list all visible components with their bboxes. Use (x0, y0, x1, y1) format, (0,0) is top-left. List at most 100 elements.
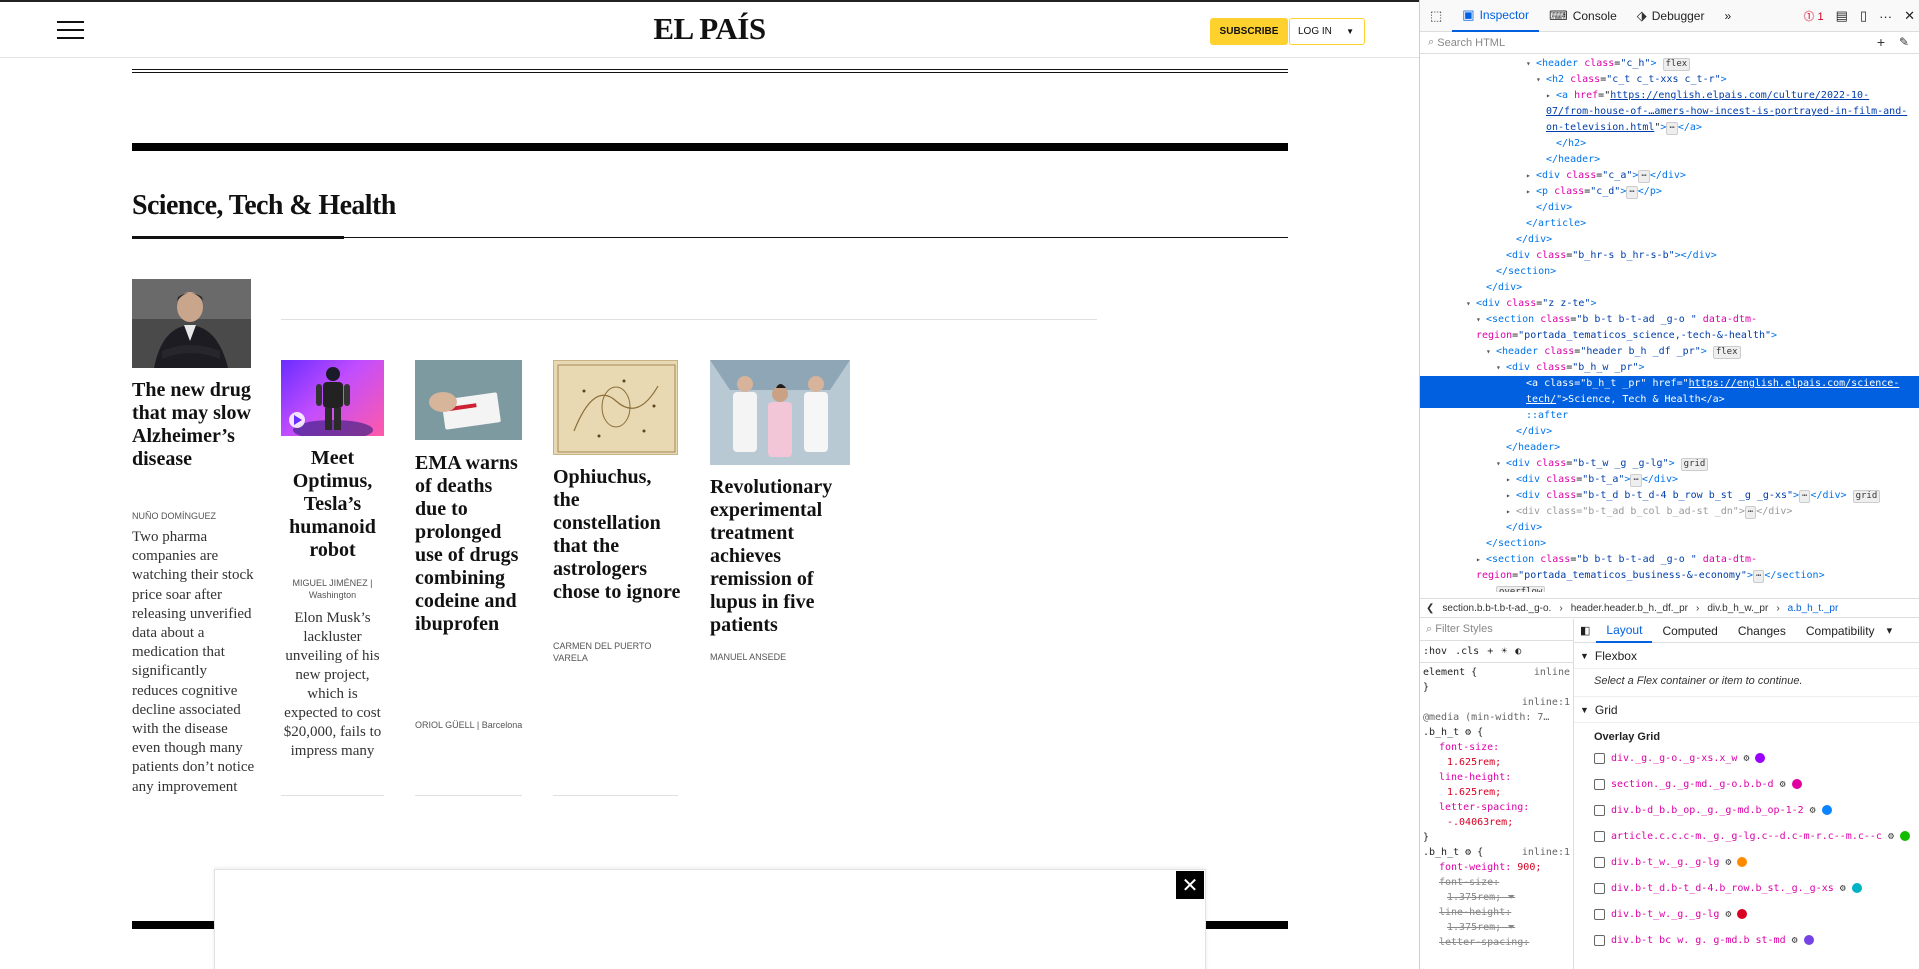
overlay-grid-item[interactable]: div.b-t bc w. g. g-md.b st-md ⚙ (1574, 927, 1919, 953)
article-image-ophiuchus[interactable] (553, 360, 678, 455)
close-ad-button[interactable]: ✕ (1176, 871, 1204, 899)
tree-node[interactable]: </article> (1420, 216, 1919, 232)
tree-node[interactable]: overflow (1420, 584, 1919, 592)
frame-select-icon[interactable]: ▤ (1836, 8, 1848, 24)
rule-declaration[interactable]: font-weight: 900; (1423, 860, 1570, 875)
rule-value[interactable]: -.04063rem; (1423, 815, 1570, 830)
cls-toggle[interactable]: .cls (1455, 644, 1479, 659)
hov-toggle[interactable]: :hov (1423, 644, 1447, 659)
tree-node[interactable]: ▾ <div class="b_h_w _pr"> (1420, 360, 1919, 376)
highlight-settings-icon[interactable]: ⚙ (1810, 805, 1816, 816)
breadcrumb-item[interactable]: header.header.b_h._df._pr (1571, 603, 1688, 614)
breadcrumb-item[interactable]: div.b_h_w._pr (1707, 603, 1768, 614)
highlight-settings-icon[interactable]: ⚙ (1743, 753, 1749, 764)
tree-node[interactable]: ▾ <section class="b b-t b-t-ad _g-o " dat… (1420, 312, 1910, 344)
tree-node[interactable]: </section> (1420, 536, 1919, 552)
article-image-lupus[interactable] (710, 360, 850, 465)
tree-node[interactable]: ▾ <h2 class="c_t c_t-xxs c_t-r"> (1420, 72, 1919, 88)
grid-color-swatch[interactable] (1803, 935, 1814, 945)
overridden-property[interactable]: font-size: (1423, 875, 1570, 890)
rule-source[interactable]: inline:1 (1423, 695, 1570, 710)
tree-node[interactable]: </div> (1420, 424, 1919, 440)
rule-value[interactable]: 1.625rem; (1423, 755, 1570, 770)
tree-node[interactable]: </div> (1420, 520, 1919, 536)
overlay-grid-item[interactable]: div.b-t_d.b-t_d-4.b_row.b_st._g._g-xs ⚙ (1574, 875, 1919, 901)
filter-styles-input[interactable]: ⌕ Filter Styles (1420, 619, 1573, 641)
highlight-settings-icon[interactable]: ⚙ (1792, 935, 1798, 946)
grid-overlay-checkbox[interactable] (1594, 908, 1605, 920)
section-title-link[interactable]: Science, Tech & Health (132, 190, 396, 222)
add-rule-icon[interactable]: + (1487, 644, 1493, 659)
grid-color-swatch[interactable] (1755, 753, 1766, 763)
grid-overlay-checkbox[interactable] (1594, 778, 1605, 790)
grid-overlay-checkbox[interactable] (1594, 934, 1605, 946)
article-title-lupus[interactable]: Revolutionary experimental treatment ach… (710, 476, 855, 637)
tree-node-selected[interactable]: <a class="b_h_t _pr" href="https://engli… (1420, 376, 1919, 408)
tree-node[interactable]: ▸ <div class="b-t_a"> ⋯ </div> (1420, 472, 1919, 488)
grid-color-swatch[interactable] (1899, 831, 1910, 841)
lead-article-title[interactable]: The new drug that may slow Alzheimer’s d… (132, 379, 256, 471)
article-author-ema[interactable]: ORIOL GÜELL | Barcelona (415, 719, 527, 731)
tree-node[interactable]: </div> (1420, 280, 1919, 296)
tree-node[interactable]: </header> (1420, 152, 1919, 168)
article-image-optimus[interactable] (281, 360, 384, 436)
highlight-settings-icon[interactable]: ⚙ (1840, 883, 1846, 894)
article-author-lupus[interactable]: MANUEL ANSEDE (710, 651, 855, 663)
tab-debugger[interactable]: ⬗ Debugger (1627, 0, 1715, 32)
article-author-ophiuchus[interactable]: CARMEN DEL PUERTO VARELA (553, 640, 678, 664)
overlay-grid-item[interactable]: div.b-t_w._g._g-lg ⚙ (1574, 901, 1919, 927)
login-button[interactable]: LOG IN ▼ (1289, 18, 1365, 45)
grid-overlay-checkbox[interactable] (1594, 830, 1605, 842)
toggle-sidebar-icon[interactable]: ◧ (1574, 624, 1596, 637)
tree-node[interactable]: <div class="b_hr-s b_hr-s-b"></div> (1420, 248, 1919, 264)
grid-accordion[interactable]: ▼ Grid (1574, 697, 1919, 723)
tree-node[interactable]: ▸ <div class="b-t_d b-t_d-4 b_row b_st _g… (1420, 488, 1919, 504)
tab-layout[interactable]: Layout (1596, 619, 1653, 643)
highlight-settings-icon[interactable]: ⚙ (1725, 909, 1731, 920)
html-search-bar[interactable]: ⌕ Search HTML + ✎ (1420, 32, 1919, 54)
more-tabs-icon[interactable]: » (1714, 0, 1741, 32)
tab-compatibility[interactable]: Compatibility (1796, 619, 1885, 643)
highlight-settings-icon[interactable]: ⚙ (1725, 857, 1731, 868)
rule-property[interactable]: letter-spacing: (1423, 800, 1570, 815)
search-html-input[interactable]: Search HTML (1437, 37, 1505, 49)
rule-property[interactable]: line-height: (1423, 770, 1570, 785)
tree-node[interactable]: ▾ <div class="b-t_w _g _g-lg"> grid (1420, 456, 1919, 472)
overridden-property[interactable]: letter-spacing: (1423, 935, 1570, 950)
subscribe-button[interactable]: SUBSCRIBE (1210, 18, 1288, 45)
highlight-settings-icon[interactable]: ⚙ (1780, 779, 1786, 790)
article-image-ema[interactable] (415, 360, 522, 440)
overlay-grid-item[interactable]: section._g._g-md._g-o.b.b-d ⚙ (1574, 771, 1919, 797)
add-node-icon[interactable]: + (1877, 34, 1885, 50)
dark-mode-icon[interactable]: ◐ (1515, 644, 1521, 659)
grid-color-swatch[interactable] (1791, 779, 1802, 789)
grid-overlay-checkbox[interactable] (1594, 856, 1605, 868)
overlay-grid-item[interactable]: div.b-t_w._g._g-lg ⚙ (1574, 849, 1919, 875)
close-devtools-icon[interactable]: ✕ (1904, 8, 1915, 24)
article-title-ema[interactable]: EMA warns of deaths due to prolonged use… (415, 452, 527, 636)
overlay-grid-item[interactable]: div._g._g-o._g-xs.x_w ⚙ (1574, 745, 1919, 771)
article-author-optimus[interactable]: MIGUEL JIMÉNEZ | Washington (281, 577, 384, 601)
tree-node[interactable]: ▸ <a href="https://english.elpais.com/cul… (1420, 88, 1910, 136)
light-mode-icon[interactable]: ☀ (1501, 644, 1507, 659)
article-title-ophiuchus[interactable]: Ophiuchus, the constellation that the as… (553, 466, 683, 604)
grid-color-swatch[interactable] (1737, 857, 1748, 867)
tree-node[interactable]: </header> (1420, 440, 1919, 456)
grid-color-swatch[interactable] (1821, 805, 1832, 815)
lead-article-image[interactable] (132, 279, 251, 368)
error-badge[interactable]: ⓵ 1 (1803, 8, 1823, 24)
grid-overlay-checkbox[interactable] (1594, 752, 1605, 764)
eyedropper-icon[interactable]: ✎ (1899, 35, 1909, 49)
overlay-grid-item[interactable]: div.b-d_b.b_op._g._g-md.b_op-1-2 ⚙ (1574, 797, 1919, 823)
tab-changes[interactable]: Changes (1728, 619, 1796, 643)
more-options-icon[interactable]: ··· (1879, 9, 1892, 24)
site-logo[interactable]: EL PAÍS (0, 11, 1419, 47)
responsive-design-icon[interactable]: ▯ (1860, 8, 1867, 24)
tab-computed[interactable]: Computed (1652, 619, 1727, 643)
breadcrumb-item[interactable]: section.b.b-t.b-t-ad._g-o. (1442, 603, 1551, 614)
tree-node[interactable]: </h2> (1420, 136, 1919, 152)
overridden-value[interactable]: 1.375rem; ⏷ (1423, 920, 1570, 935)
highlight-settings-icon[interactable]: ⚙ (1888, 831, 1894, 842)
tree-node[interactable]: ▸ <div class="c_a"> ⋯ </div> (1420, 168, 1919, 184)
breadcrumb-item-current[interactable]: a.b_h_t._pr (1788, 603, 1839, 614)
